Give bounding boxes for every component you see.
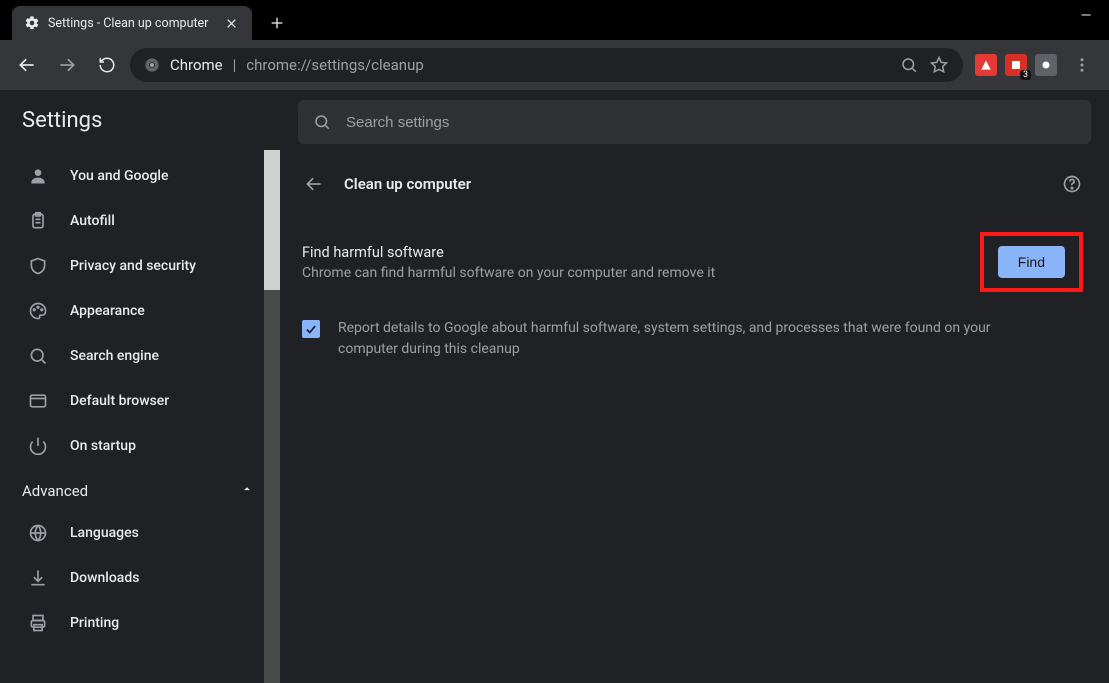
close-tab-icon[interactable] bbox=[222, 14, 240, 32]
window-minimize[interactable]: — bbox=[1063, 0, 1109, 32]
find-title: Find harmful software bbox=[302, 244, 715, 261]
sidebar-scrollbar-thumb[interactable] bbox=[264, 150, 280, 290]
report-checkbox[interactable] bbox=[302, 320, 320, 338]
app-title: Settings bbox=[0, 90, 280, 143]
advanced-label: Advanced bbox=[22, 482, 88, 500]
search-icon bbox=[312, 112, 332, 132]
extensions-area: 3 bbox=[969, 54, 1059, 76]
search-settings-box[interactable] bbox=[298, 100, 1091, 144]
sidebar-item-search-engine[interactable]: Search engine bbox=[0, 333, 280, 378]
zoom-icon[interactable] bbox=[899, 55, 919, 75]
page-header: Clean up computer bbox=[280, 150, 1109, 196]
address-bar[interactable]: Chrome | chrome://settings/cleanup bbox=[130, 48, 963, 82]
page-back-button[interactable] bbox=[302, 172, 326, 196]
sidebar-item-printing[interactable]: Printing bbox=[0, 600, 280, 645]
sidebar-item-label: Appearance bbox=[70, 303, 145, 319]
person-icon bbox=[28, 166, 48, 186]
shield-icon bbox=[28, 256, 48, 276]
sidebar-item-autofill[interactable]: Autofill bbox=[0, 198, 280, 243]
report-checkbox-row: Report details to Google about harmful s… bbox=[302, 318, 1083, 360]
clipboard-icon bbox=[28, 211, 48, 231]
find-harmful-row: Find harmful software Chrome can find ha… bbox=[302, 232, 1083, 292]
main-area: Clean up computer Find harmful software … bbox=[280, 90, 1109, 683]
sidebar-item-label: You and Google bbox=[70, 168, 168, 184]
sidebar-item-label: Privacy and security bbox=[70, 258, 196, 274]
sidebar-item-languages[interactable]: Languages bbox=[0, 510, 280, 555]
sidebar-item-label: Autofill bbox=[70, 213, 115, 229]
sidebar-item-label: Search engine bbox=[70, 348, 159, 364]
url-scheme: Chrome bbox=[170, 56, 223, 74]
help-icon[interactable] bbox=[1061, 173, 1083, 195]
find-button[interactable]: Find bbox=[998, 246, 1065, 278]
extension-icon-2[interactable]: 3 bbox=[1005, 54, 1027, 76]
search-settings-input[interactable] bbox=[346, 114, 1077, 131]
download-icon bbox=[28, 568, 48, 588]
extension-icon-3[interactable] bbox=[1035, 54, 1057, 76]
sidebar-item-default-browser[interactable]: Default browser bbox=[0, 378, 280, 423]
sidebar-item-appearance[interactable]: Appearance bbox=[0, 288, 280, 333]
find-button-highlight: Find bbox=[980, 232, 1083, 292]
reload-button[interactable] bbox=[90, 48, 124, 82]
power-icon bbox=[28, 436, 48, 456]
report-label: Report details to Google about harmful s… bbox=[338, 318, 1018, 360]
sidebar-advanced-toggle[interactable]: Advanced bbox=[0, 468, 280, 510]
palette-icon bbox=[28, 301, 48, 321]
sidebar-item-label: Default browser bbox=[70, 393, 169, 409]
sidebar-item-on-startup[interactable]: On startup bbox=[0, 423, 280, 468]
sidebar-item-you-and-google[interactable]: You and Google bbox=[0, 153, 280, 198]
settings-app: Settings You and Google Autofill Privacy… bbox=[0, 90, 1109, 683]
page-content: Find harmful software Chrome can find ha… bbox=[280, 196, 1109, 360]
chevron-up-icon bbox=[240, 482, 254, 500]
find-subtitle: Chrome can find harmful software on your… bbox=[302, 265, 715, 281]
gear-icon bbox=[24, 15, 40, 31]
sidebar-item-label: Languages bbox=[70, 525, 139, 541]
new-tab-button[interactable] bbox=[260, 6, 294, 40]
window-controls: — bbox=[1063, 0, 1109, 32]
sidebar: Settings You and Google Autofill Privacy… bbox=[0, 90, 280, 683]
extension-badge: 3 bbox=[1020, 70, 1031, 80]
url-path: chrome://settings/cleanup bbox=[246, 56, 423, 74]
browser-tab[interactable]: Settings - Clean up computer bbox=[12, 6, 252, 40]
sidebar-item-privacy[interactable]: Privacy and security bbox=[0, 243, 280, 288]
sidebar-item-downloads[interactable]: Downloads bbox=[0, 555, 280, 600]
search-icon bbox=[28, 346, 48, 366]
sidebar-scrollbar[interactable] bbox=[264, 150, 280, 683]
bookmark-star-icon[interactable] bbox=[929, 55, 949, 75]
forward-button[interactable] bbox=[50, 48, 84, 82]
tab-title: Settings - Clean up computer bbox=[48, 16, 214, 31]
chrome-logo-icon bbox=[144, 57, 160, 73]
url-separator: | bbox=[233, 56, 237, 74]
titlebar: Settings - Clean up computer — bbox=[0, 0, 1109, 40]
chrome-menu-button[interactable] bbox=[1065, 56, 1099, 74]
sidebar-list: You and Google Autofill Privacy and secu… bbox=[0, 143, 280, 645]
browser-icon bbox=[28, 391, 48, 411]
page-title: Clean up computer bbox=[344, 175, 471, 193]
extension-icon-1[interactable] bbox=[975, 54, 997, 76]
sidebar-item-label: Printing bbox=[70, 615, 119, 631]
sidebar-item-label: On startup bbox=[70, 438, 136, 454]
back-button[interactable] bbox=[10, 48, 44, 82]
printer-icon bbox=[28, 613, 48, 633]
browser-toolbar: Chrome | chrome://settings/cleanup 3 bbox=[0, 40, 1109, 90]
sidebar-item-label: Downloads bbox=[70, 570, 139, 586]
globe-icon bbox=[28, 523, 48, 543]
